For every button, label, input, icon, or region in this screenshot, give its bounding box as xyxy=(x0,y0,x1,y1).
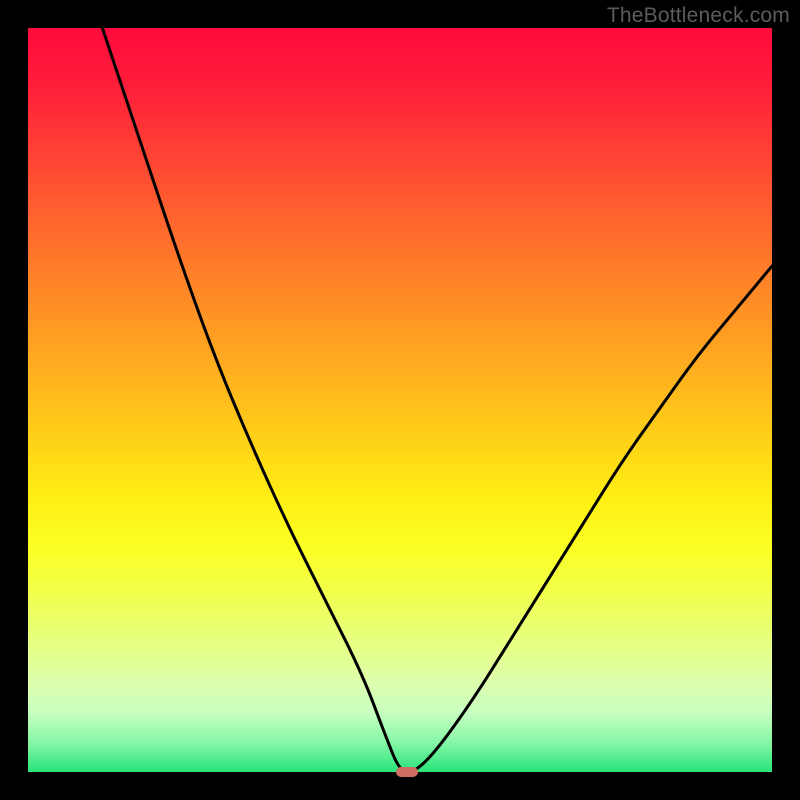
curve-path xyxy=(102,28,772,772)
optimal-point-marker xyxy=(396,767,418,777)
bottleneck-curve xyxy=(28,28,772,772)
watermark-text: TheBottleneck.com xyxy=(607,4,790,28)
plot-area xyxy=(28,28,772,772)
